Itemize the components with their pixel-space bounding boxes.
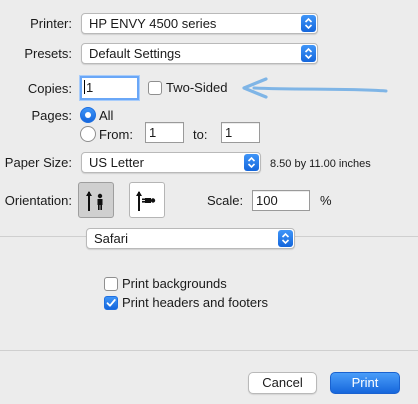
portrait-button[interactable] — [78, 182, 114, 218]
chevron-updown-icon — [278, 230, 293, 247]
two-sided-checkbox[interactable] — [148, 81, 162, 95]
presets-value: Default Settings — [89, 46, 181, 61]
paper-size-select[interactable]: US Letter — [81, 152, 261, 173]
paper-dimensions: 8.50 by 11.00 inches — [270, 158, 371, 170]
copies-value: 1 — [86, 80, 94, 95]
scale-input[interactable]: 100 — [252, 190, 310, 211]
pages-from-radio[interactable] — [80, 126, 96, 142]
printer-select[interactable]: HP ENVY 4500 series — [81, 13, 318, 34]
pages-all-label[interactable]: All — [99, 108, 113, 124]
separator — [0, 350, 418, 351]
pages-from-label[interactable]: From: — [99, 127, 133, 143]
printer-label: Printer: — [30, 16, 72, 31]
pages-from-value: 1 — [149, 125, 157, 140]
text-caret — [84, 80, 85, 94]
cancel-button[interactable]: Cancel — [248, 372, 317, 394]
app-section-select[interactable]: Safari — [86, 228, 295, 249]
print-headers-footers-checkbox[interactable] — [104, 296, 118, 310]
annotation-arrow-icon — [242, 77, 388, 99]
pages-all-radio[interactable] — [80, 107, 96, 123]
two-sided-label[interactable]: Two-Sided — [166, 80, 227, 96]
copies-label: Copies: — [27, 81, 72, 96]
paper-size-label: Paper Size: — [4, 155, 72, 170]
pages-from-input[interactable]: 1 — [145, 122, 184, 143]
portrait-icon — [86, 191, 103, 211]
scale-value: 100 — [256, 193, 278, 208]
pages-to-label: to: — [193, 127, 208, 142]
orientation-label: Orientation: — [4, 193, 72, 208]
app-section-value: Safari — [94, 231, 128, 246]
paper-size-value: US Letter — [89, 155, 144, 170]
checkmark-icon — [106, 299, 116, 307]
chevron-updown-icon — [301, 45, 316, 62]
pages-to-input[interactable]: 1 — [221, 122, 260, 143]
printer-value: HP ENVY 4500 series — [89, 16, 217, 31]
chevron-updown-icon — [301, 15, 316, 32]
presets-select[interactable]: Default Settings — [81, 43, 318, 64]
print-button[interactable]: Print — [330, 372, 400, 394]
scale-label: Scale: — [207, 193, 244, 208]
pages-label: Pages: — [31, 108, 72, 123]
print-headers-footers-label[interactable]: Print headers and footers — [122, 295, 268, 311]
chevron-updown-icon — [244, 154, 259, 171]
presets-label: Presets: — [24, 46, 72, 61]
print-backgrounds-label[interactable]: Print backgrounds — [122, 276, 227, 292]
scale-unit: % — [320, 193, 332, 208]
pages-to-value: 1 — [225, 125, 233, 140]
print-backgrounds-checkbox[interactable] — [104, 277, 118, 291]
landscape-button[interactable] — [129, 182, 165, 218]
copies-input[interactable]: 1 — [80, 76, 139, 100]
landscape-icon — [136, 191, 156, 211]
